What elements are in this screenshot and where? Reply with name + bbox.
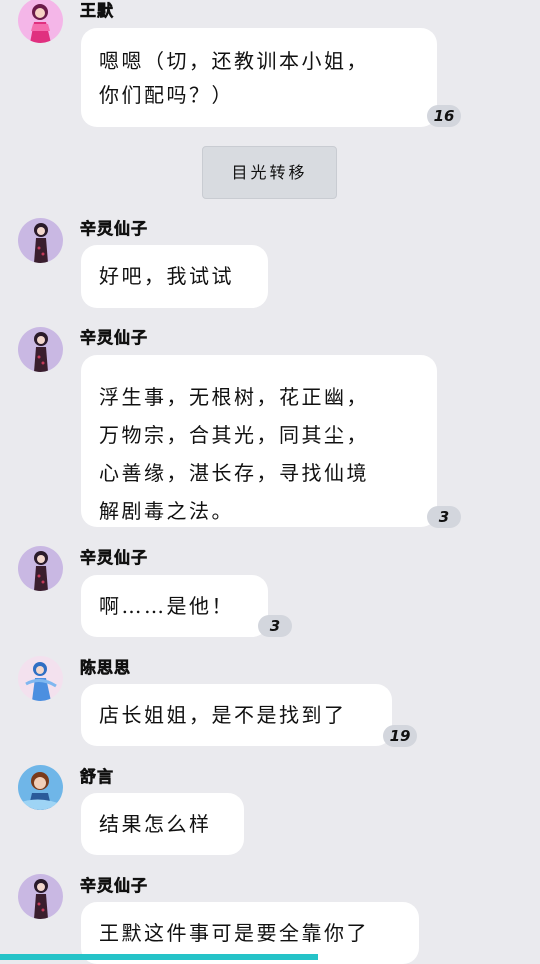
message-text: 啊……是他！	[99, 594, 234, 618]
boy-avatar-icon	[18, 765, 63, 810]
reply-count-badge[interactable]: 3	[427, 506, 461, 528]
progress-bar	[0, 954, 318, 960]
message-text: 好吧，我试试	[99, 264, 234, 288]
message-text: 浮生事，无根树，花正幽，	[99, 385, 369, 409]
message-text: 店长姐姐，是不是找到了	[99, 703, 347, 727]
message-text: 解剧毒之法。	[99, 499, 234, 523]
sender-name: 舒言	[80, 767, 115, 787]
message-item: 辛灵仙子 啊……是他！ 3	[0, 546, 540, 646]
reply-count-badge[interactable]: 19	[383, 725, 417, 747]
message-text: 万物宗，合其光，同其尘，	[99, 423, 369, 447]
message-bubble[interactable]: 嗯嗯（切，还教训本小姐， 你们配吗？）	[81, 28, 437, 127]
sender-name: 王默	[80, 1, 115, 21]
fairy-avatar-icon	[18, 327, 63, 372]
fairy-avatar-icon	[18, 874, 63, 919]
sender-name: 辛灵仙子	[80, 876, 149, 896]
message-item: 王默 嗯嗯（切，还教训本小姐， 你们配吗？） 16	[0, 0, 540, 135]
message-bubble[interactable]: 好吧，我试试	[81, 245, 268, 308]
avatar[interactable]	[18, 546, 63, 591]
message-text: 嗯嗯（切，还教训本小姐，	[99, 49, 369, 73]
system-message-chip: 目光转移	[202, 146, 337, 199]
message-item: 辛灵仙子 好吧，我试试	[0, 217, 540, 312]
avatar[interactable]	[18, 765, 63, 810]
message-item: 辛灵仙子 浮生事，无根树，花正幽， 万物宗，合其光，同其尘， 心善缘，湛长存，寻…	[0, 326, 540, 536]
message-item: 辛灵仙子 王默这件事可是要全靠你了	[0, 874, 540, 964]
pink-girl-avatar-icon	[18, 0, 63, 43]
message-text: 你们配吗？）	[99, 83, 234, 107]
reply-count-badge[interactable]: 3	[258, 615, 292, 637]
reply-count-badge[interactable]: 16	[427, 105, 461, 127]
avatar[interactable]	[18, 874, 63, 919]
message-bubble[interactable]: 结果怎么样	[81, 793, 244, 855]
message-item: 舒言 结果怎么样	[0, 765, 540, 865]
sender-name: 辛灵仙子	[80, 219, 149, 239]
message-text: 结果怎么样	[99, 812, 212, 836]
blue-girl-avatar-icon	[18, 656, 63, 701]
fairy-avatar-icon	[18, 218, 63, 263]
message-text: 心善缘，湛长存，寻找仙境	[99, 461, 369, 485]
message-item: 陈思思 店长姐姐，是不是找到了 19	[0, 656, 540, 756]
avatar[interactable]	[18, 656, 63, 701]
sender-name: 辛灵仙子	[80, 548, 149, 568]
message-bubble[interactable]: 店长姐姐，是不是找到了	[81, 684, 392, 746]
fairy-avatar-icon	[18, 546, 63, 591]
sender-name: 辛灵仙子	[80, 328, 149, 348]
avatar[interactable]	[18, 0, 63, 43]
avatar[interactable]	[18, 327, 63, 372]
avatar[interactable]	[18, 218, 63, 263]
message-bubble[interactable]: 浮生事，无根树，花正幽， 万物宗，合其光，同其尘， 心善缘，湛长存，寻找仙境 解…	[81, 355, 437, 527]
message-bubble[interactable]: 啊……是他！	[81, 575, 268, 637]
sender-name: 陈思思	[80, 658, 132, 678]
